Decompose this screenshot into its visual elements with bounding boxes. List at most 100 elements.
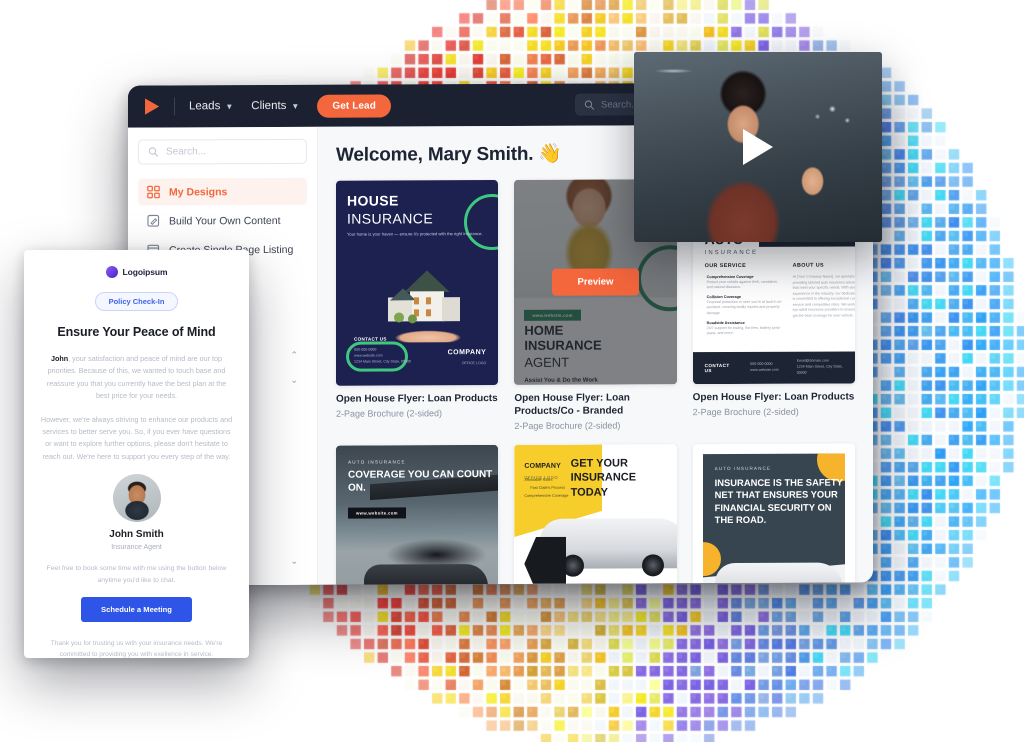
card-subtitle: 2-Page Brochure (2-sided): [514, 420, 621, 431]
footer-address: 1234 Main Street, City State, 00000: [796, 364, 843, 375]
card-title: Open House Flyer: Loan Products/Co - Bra…: [514, 392, 630, 417]
card-title: Open House Flyer: Loan Products: [336, 393, 498, 405]
video-thumbnail-card[interactable]: [634, 52, 882, 242]
agent-role: Insurance Agent: [111, 544, 162, 551]
doc-bullet: Collision Coverage Financial protection …: [707, 295, 783, 317]
chevron-down-icon: ▼: [225, 101, 234, 111]
flyer-line-2: INSURANCE: [347, 210, 434, 227]
car-wheel: [642, 554, 665, 577]
nav-item-leads-label: Leads: [189, 100, 221, 113]
email-paragraph-1-text: , your satisfaction and peace of mind ar…: [46, 354, 227, 401]
edit-square-icon: [147, 214, 160, 227]
template-thumbnail-safety-net: AUTO INSURANCE INSURANCE IS THE SAFETY N…: [692, 443, 855, 585]
nav-divider: [174, 97, 175, 116]
contact-address: 1234 Main Street, City State, 00000: [354, 359, 411, 364]
footer-email: Email@domain.com: [796, 358, 829, 364]
email-logo: Logoipsum: [40, 266, 233, 278]
doc-bullet: Roadside Assistance 24/7 support for tow…: [707, 321, 783, 337]
template-thumbnail-coverage: AUTO INSURANCE COVERAGE YOU CAN COUNT ON…: [336, 445, 499, 585]
bullet-desc: 24/7 support for towing, flat tires, bat…: [706, 325, 781, 336]
flyer-eyebrow: AUTO INSURANCE: [348, 459, 406, 465]
template-card[interactable]: COMPANY OFFICE LOGO Affordable Rates Fas…: [514, 444, 677, 585]
footer-label: CONTACT US: [704, 363, 730, 374]
doc-footer: CONTACT US 000-000-0000 www.website.com …: [692, 351, 855, 385]
avatar: [112, 474, 161, 522]
template-thumbnail-house-insurance: HOUSE INSURANCE Your home is your haven …: [336, 180, 499, 386]
benefit-item: Fast Claims Process: [530, 485, 566, 490]
recipient-name: John: [51, 354, 69, 363]
chevron-up-icon: ⌃: [290, 349, 298, 360]
screenshot-stage: Leads ▼ Clients ▼ Get Lead Search... Sea…: [0, 0, 1024, 742]
nav-item-clients[interactable]: Clients ▼: [251, 100, 299, 112]
policy-check-in-badge[interactable]: Policy Check-In: [94, 292, 179, 311]
contact-label: CONTACT US: [354, 336, 387, 342]
chevron-down-icon: ▼: [291, 101, 300, 111]
benefit-item: Comprehensive Coverage: [524, 493, 569, 498]
sidebar-item-my-designs[interactable]: My Designs: [138, 177, 307, 206]
template-card[interactable]: AUTO INSURANCE COVERAGE YOU CAN COUNT ON…: [336, 445, 499, 585]
company-name: COMPANY: [447, 349, 487, 357]
card-subtitle: 2-Page Brochure (2-sided): [692, 406, 799, 418]
search-icon: [584, 99, 595, 110]
poster-inner: AUTO INSURANCE INSURANCE IS THE SAFETY N…: [702, 453, 845, 585]
search-icon: [148, 147, 159, 157]
welcome-text: Welcome, Mary Smith.: [336, 143, 534, 166]
flyer-headline: INSURANCE IS THE SAFETY NET THAT ENSURES…: [714, 476, 843, 526]
flyer-company-block: COMPANY OFFICE LOGO: [448, 341, 487, 365]
template-card[interactable]: HOUSE INSURANCE Your home is your haven …: [336, 180, 499, 432]
email-paragraph-2: However, we're always striving to enhanc…: [40, 414, 233, 461]
get-lead-button[interactable]: Get Lead: [317, 93, 391, 118]
nav-item-clients-label: Clients: [251, 99, 287, 113]
car-illustration: [364, 564, 488, 585]
footer-site: www.website.com: [750, 367, 779, 372]
car-illustration: [714, 562, 843, 585]
email-footer: Thank you for trusting us with your insu…: [50, 640, 223, 658]
sphere-logo-icon: [105, 266, 118, 278]
email-note: Feel free to book some time with me usin…: [46, 565, 227, 584]
bullet-name: Comprehensive Coverage: [706, 274, 754, 280]
benefit-item: Affordable Rates: [524, 477, 553, 482]
doc-about-text: At [Your Company Name], we specialize in…: [792, 274, 855, 318]
play-triangle-icon[interactable]: [743, 129, 773, 165]
template-thumbnail-get-insurance: COMPANY OFFICE LOGO Affordable Rates Fas…: [514, 444, 677, 585]
sidebar-search-placeholder: Search...: [166, 146, 207, 158]
doc-subtitle: INSURANCE: [704, 249, 758, 257]
card-subtitle: 2-Page Brochure (2-sided): [336, 408, 443, 419]
doc-col2-heading: ABOUT US: [792, 262, 825, 269]
sidebar-item-build-your-own-content[interactable]: Build Your Own Content: [138, 207, 307, 235]
nav-item-leads[interactable]: Leads ▼: [189, 100, 233, 112]
sidebar-item-my-designs-label: My Designs: [169, 185, 228, 198]
email-preview-card: Logoipsum Policy Check-In Ensure Your Pe…: [24, 250, 249, 658]
flyer-contact-block: CONTACT US 000-000-0000 www.website.com …: [354, 327, 411, 363]
flyer-tagline: Your home is your haven — ensure it's pr…: [347, 231, 483, 237]
chevron-down-icon: ⌄: [290, 555, 298, 566]
play-triangle-logo-icon[interactable]: [142, 96, 162, 116]
bullet-desc: Financial protection in case you're at f…: [706, 299, 782, 315]
waving-hand-icon: 👋: [538, 143, 562, 165]
company-sub: OFFICE LOGO: [461, 361, 487, 366]
flyer-url: www.website.com: [348, 507, 406, 519]
bullet-name: Collision Coverage: [706, 294, 742, 300]
template-card[interactable]: AUTO INSURANCE INSURANCE IS THE SAFETY N…: [692, 443, 855, 585]
bullet-name: Roadside Assistance: [706, 320, 745, 326]
email-paragraph-1: John, your satisfaction and peace of min…: [40, 353, 233, 403]
doc-col1-heading: OUR SERVICE: [704, 262, 747, 270]
flyer-headline: GET YOUR INSURANCE TODAY: [570, 457, 637, 499]
schedule-a-meeting-button[interactable]: Schedule a Meeting: [81, 597, 192, 623]
contact-site: www.website.com: [354, 353, 383, 358]
doc-bullet: Comprehensive Coverage Protect your vehi…: [707, 275, 783, 291]
contact-phone: 000-000-0000: [354, 347, 377, 352]
flyer-eyebrow: AUTO INSURANCE: [714, 465, 772, 472]
company-name: COMPANY: [524, 462, 561, 470]
sidebar-search-input[interactable]: Search...: [138, 138, 307, 165]
sidebar-item-build-your-own-content-label: Build Your Own Content: [169, 214, 281, 227]
benefits-list: Affordable Rates Fast Claims Process Com…: [524, 477, 568, 501]
footer-phone: 000-000-0000: [750, 362, 773, 367]
grid-squares-icon: [147, 185, 160, 199]
email-logo-text: Logoipsum: [122, 267, 168, 277]
card-title: Open House Flyer: Loan Products: [692, 391, 855, 404]
chevron-down-icon: ⌄: [290, 374, 298, 385]
preview-button[interactable]: Preview: [551, 268, 640, 296]
agent-name: John Smith: [109, 529, 164, 540]
flyer-headline: COVERAGE YOU CAN COUNT ON.: [348, 469, 493, 494]
